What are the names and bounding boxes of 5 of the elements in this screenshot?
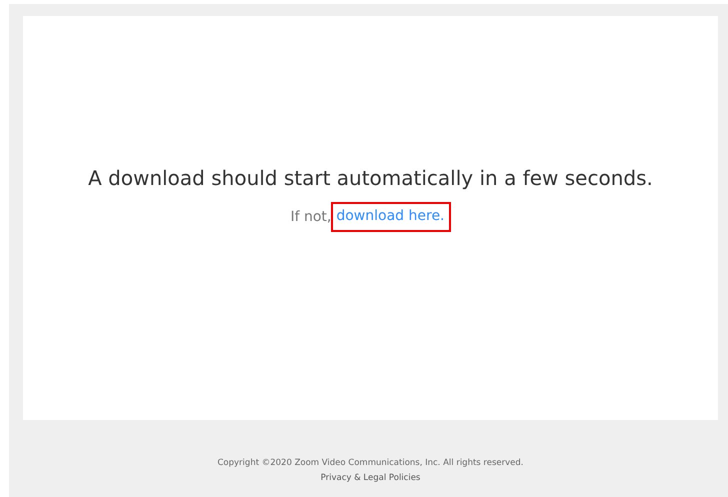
download-heading: A download should start automatically in a few seconds. [88,166,653,190]
download-link[interactable]: download here. [331,202,451,232]
copyright-text: Copyright ©2020 Zoom Video Communications, Inc. All rights reserved. [218,458,524,468]
policies-link[interactable]: Privacy & Legal Policies [320,473,420,483]
fallback-text: If not, [290,209,332,225]
